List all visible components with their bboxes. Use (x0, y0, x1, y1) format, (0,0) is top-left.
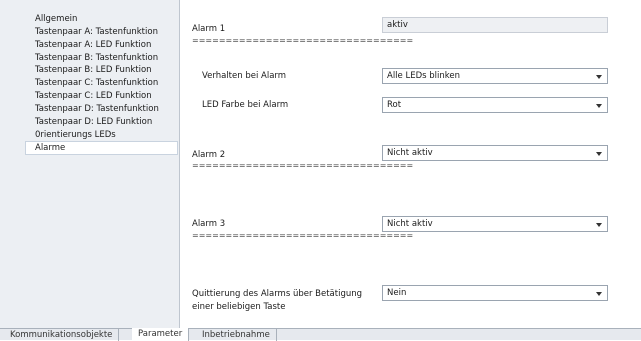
tree-item-tastenpaar-a-led-funktion[interactable]: Tastenpaar A: LED Funktion (26, 39, 177, 51)
tree-item-tastenpaar-b-tastenfunktion[interactable]: Tastenpaar B: Tastenfunktion (26, 52, 177, 64)
parameter-panel: Alarm 1 ================================… (181, 0, 641, 328)
tree-item-label: Tastenpaar A: LED Funktion (35, 40, 152, 50)
tab-kommunikationsobjekte[interactable]: Kommunikationsobjekte (4, 329, 120, 341)
ledfarbe-label: LED Farbe bei Alarm (202, 100, 289, 110)
tree-item-label: Tastenpaar B: Tastenfunktion (35, 53, 159, 63)
tree-item-tastenpaar-c-led-funktion[interactable]: Tastenpaar C: LED Funktion (26, 90, 177, 102)
tree-item-allgemein[interactable]: Allgemein (26, 13, 177, 25)
alarm3-separator: ================================= (192, 231, 414, 240)
quittierung-value: Nein (387, 288, 407, 298)
tree-item-tastenpaar-c-tastenfunktion[interactable]: Tastenpaar C: Tastenfunktion (26, 77, 177, 89)
tree-item-label: Tastenpaar B: LED Funktion (35, 65, 152, 75)
alarm3-label: Alarm 3 (192, 219, 226, 229)
tab-label: Parameter (138, 329, 183, 339)
alarm2-value: Nicht aktiv (387, 148, 433, 158)
alarm1-label: Alarm 1 (192, 24, 226, 34)
alarm3-dropdown[interactable]: Nicht aktiv (382, 216, 608, 232)
quittierung-label-line2: einer beliebigen Taste (192, 302, 286, 312)
tree-item-tastenpaar-b-led-funktion[interactable]: Tastenpaar B: LED Funktion (26, 64, 177, 76)
chevron-down-icon (596, 223, 602, 227)
chevron-down-icon (596, 75, 602, 79)
alarm1-separator: ================================= (192, 36, 414, 45)
tree-item-label: Tastenpaar C: LED Funktion (35, 91, 152, 101)
tree-item-label: Tastenpaar D: Tastenfunktion (35, 104, 159, 114)
tab-inbetriebnahme[interactable]: Inbetriebnahme (196, 329, 277, 341)
tree-item-label: Tastenpaar D: LED Funktion (35, 117, 153, 127)
tree-item-alarme[interactable]: Alarme (25, 141, 178, 155)
quittierung-dropdown[interactable]: Nein (382, 285, 608, 301)
chevron-down-icon (596, 104, 602, 108)
tree-item-tastenpaar-a-tastenfunktion[interactable]: Tastenpaar A: Tastenfunktion (26, 26, 177, 38)
chevron-down-icon (596, 152, 602, 156)
verhalten-label: Verhalten bei Alarm (202, 71, 287, 81)
tab-label: Inbetriebnahme (202, 330, 270, 340)
tab-parameter[interactable]: Parameter (132, 328, 190, 341)
alarm1-value: aktiv (382, 17, 608, 33)
tree-item-label: Tastenpaar C: Tastenfunktion (35, 78, 159, 88)
parameter-tree: Allgemein Tastenpaar A: Tastenfunktion T… (0, 0, 180, 328)
alarm2-separator: ================================= (192, 161, 414, 170)
alarm3-value: Nicht aktiv (387, 219, 433, 229)
bottom-tab-bar: Kommunikationsobjekte Parameter Inbetrie… (0, 328, 641, 341)
tab-label: Kommunikationsobjekte (10, 330, 113, 340)
tree-item-orientierungs-leds[interactable]: 0rientierungs LEDs (26, 129, 177, 141)
tree-item-tastenpaar-d-led-funktion[interactable]: Tastenpaar D: LED Funktion (26, 116, 177, 128)
alarm2-label: Alarm 2 (192, 150, 226, 160)
alarm2-dropdown[interactable]: Nicht aktiv (382, 145, 608, 161)
tree-item-label: Allgemein (35, 14, 78, 24)
quittierung-label-line1: Quittierung des Alarms über Betätigung (192, 289, 363, 299)
ledfarbe-value: Rot (387, 100, 402, 110)
ledfarbe-dropdown[interactable]: Rot (382, 97, 608, 113)
tree-item-tastenpaar-d-tastenfunktion[interactable]: Tastenpaar D: Tastenfunktion (26, 103, 177, 115)
tree-item-label: Tastenpaar A: Tastenfunktion (35, 27, 158, 37)
tree-item-label: Alarme (35, 143, 66, 153)
chevron-down-icon (596, 292, 602, 296)
verhalten-value: Alle LEDs blinken (387, 71, 460, 81)
verhalten-dropdown[interactable]: Alle LEDs blinken (382, 68, 608, 84)
tree-item-label: 0rientierungs LEDs (35, 130, 116, 140)
